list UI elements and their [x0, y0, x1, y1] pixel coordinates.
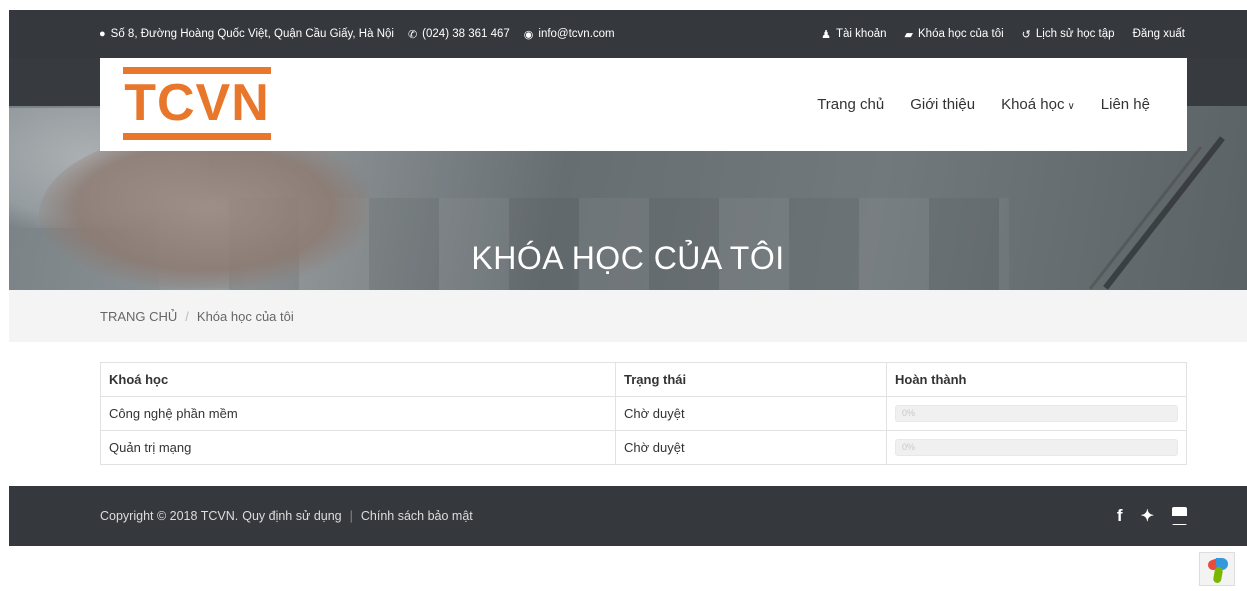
table-row: Công nghệ phần mềm Chờ duyệt 0%	[100, 396, 1187, 431]
course-name[interactable]: Quản trị mạng	[100, 430, 616, 465]
contact-info: ● Số 8, Đường Hoàng Quốc Việt, Quận Cầu …	[99, 10, 615, 58]
nav-home[interactable]: Trang chủ	[817, 96, 884, 113]
social-links: f ✦	[1117, 486, 1187, 546]
table-header-row: Khoá học Trạng thái Hoàn thành	[100, 362, 1187, 397]
phone-text: (024) 38 361 467	[422, 28, 510, 40]
site-footer: Copyright © 2018 TCVN. Quy định sử dụng …	[9, 486, 1247, 546]
learning-history-link[interactable]: ↺ Lịch sử học tập	[1022, 28, 1115, 41]
email-text[interactable]: info@tcvn.com	[538, 28, 614, 40]
globe-icon: ◉	[523, 28, 534, 41]
terms-link[interactable]: Quy định sử dụng	[242, 509, 341, 523]
courses-table-container: Khoá học Trạng thái Hoàn thành Công nghệ…	[100, 362, 1187, 465]
phone-item: ✆ (024) 38 361 467	[408, 28, 510, 41]
column-header-status: Trạng thái	[615, 362, 887, 397]
logo[interactable]: TCVN	[123, 67, 271, 140]
course-status: Chờ duyệt	[615, 396, 887, 431]
account-links: ♟ Tài khoản ▰ Khóa học của tôi ↺ Lịch sử…	[821, 10, 1185, 58]
logo-text: TCVN	[124, 74, 270, 132]
map-marker-icon: ●	[99, 28, 106, 40]
footer-copyright: Copyright © 2018 TCVN. Quy định sử dụng …	[100, 486, 473, 546]
privacy-link[interactable]: Chính sách bảo mật	[361, 509, 473, 523]
column-header-course: Khoá học	[100, 362, 616, 397]
course-completion: 0%	[886, 396, 1187, 431]
progress-bar: 0%	[895, 405, 1178, 422]
breadcrumb-home[interactable]: TRANG CHỦ	[100, 309, 177, 324]
book-icon: ▰	[904, 28, 913, 41]
phone-icon: ✆	[407, 28, 418, 41]
breadcrumb-current: Khóa học của tôi	[196, 308, 294, 324]
breadcrumb-separator: /	[185, 308, 189, 324]
footer-divider: |	[349, 509, 353, 523]
nav-about[interactable]: Giới thiệu	[910, 96, 975, 113]
progress-label: 0%	[902, 408, 916, 418]
account-link[interactable]: ♟ Tài khoản	[821, 28, 886, 41]
breadcrumb: TRANG CHỦ / Khóa học của tôi	[9, 290, 1247, 342]
corner-logo-icon[interactable]	[1199, 552, 1235, 586]
address-text: Số 8, Đường Hoàng Quốc Việt, Quận Cầu Gi…	[110, 28, 394, 40]
my-courses-link[interactable]: ▰ Khóa học của tôi	[905, 28, 1004, 41]
email-item[interactable]: ◉ info@tcvn.com	[524, 28, 615, 41]
address-item: ● Số 8, Đường Hoàng Quốc Việt, Quận Cầu …	[99, 28, 394, 40]
courses-table: Khoá học Trạng thái Hoàn thành Công nghệ…	[100, 362, 1187, 465]
user-icon: ♟	[821, 28, 832, 41]
nav-contact[interactable]: Liên hệ	[1101, 96, 1150, 113]
twitter-icon[interactable]: ✦	[1141, 506, 1154, 526]
nav-courses[interactable]: Khoá học ∨	[1001, 96, 1075, 113]
course-status: Chờ duyệt	[615, 430, 887, 465]
copyright-text: Copyright © 2018 TCVN.	[100, 509, 239, 523]
facebook-icon[interactable]: f	[1117, 506, 1123, 526]
page-title: KHÓA HỌC CỦA TÔI	[471, 240, 785, 276]
youtube-icon[interactable]	[1172, 507, 1187, 525]
table-row: Quản trị mạng Chờ duyệt 0%	[100, 430, 1187, 465]
column-header-completion: Hoàn thành	[886, 362, 1187, 397]
page: ● Số 8, Đường Hoàng Quốc Việt, Quận Cầu …	[9, 10, 1247, 546]
course-completion: 0%	[886, 430, 1187, 465]
progress-bar: 0%	[895, 439, 1178, 456]
course-name[interactable]: Công nghệ phần mềm	[100, 396, 616, 431]
history-icon: ↺	[1021, 28, 1031, 41]
top-bar: ● Số 8, Đường Hoàng Quốc Việt, Quận Cầu …	[9, 10, 1247, 58]
chevron-down-icon: ∨	[1067, 101, 1075, 112]
logout-link[interactable]: Đăng xuất	[1133, 28, 1185, 40]
main-nav: Trang chủ Giới thiệu Khoá học ∨ Liên hệ	[817, 58, 1150, 151]
progress-label: 0%	[902, 442, 916, 452]
site-header: TCVN Trang chủ Giới thiệu Khoá học ∨ Liên…	[100, 58, 1187, 151]
